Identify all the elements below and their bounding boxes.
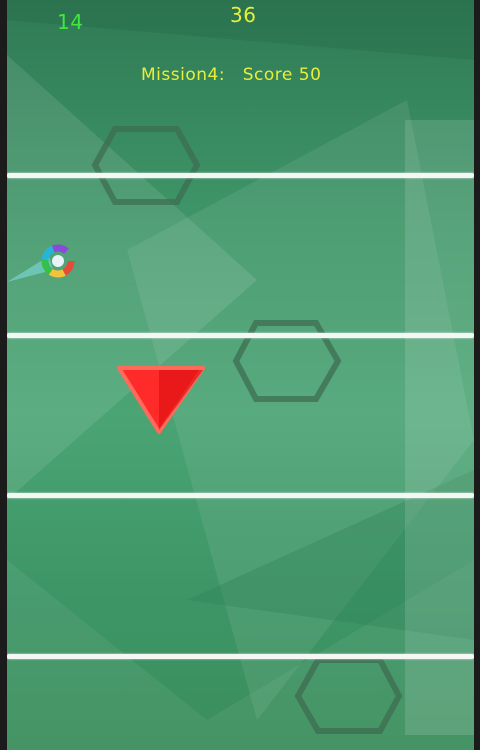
playfield[interactable]: 14 36 Mission4: Score 50 xyxy=(7,0,474,750)
lane-line xyxy=(7,333,474,338)
mission-label: Mission4: xyxy=(141,65,226,85)
background-shapes xyxy=(7,0,474,750)
score-counter: 36 xyxy=(230,3,257,27)
lane-line xyxy=(7,173,474,178)
game-screen[interactable]: 14 36 Mission4: Score 50 xyxy=(0,0,480,750)
mission-banner: Mission4: Score 50 xyxy=(141,65,321,85)
level-counter: 14 xyxy=(57,10,84,34)
mission-goal: Score 50 xyxy=(242,65,322,85)
ball-core xyxy=(52,255,64,267)
lane-line xyxy=(7,654,474,659)
bg-side-panel xyxy=(405,120,474,735)
lane-line xyxy=(7,493,474,498)
